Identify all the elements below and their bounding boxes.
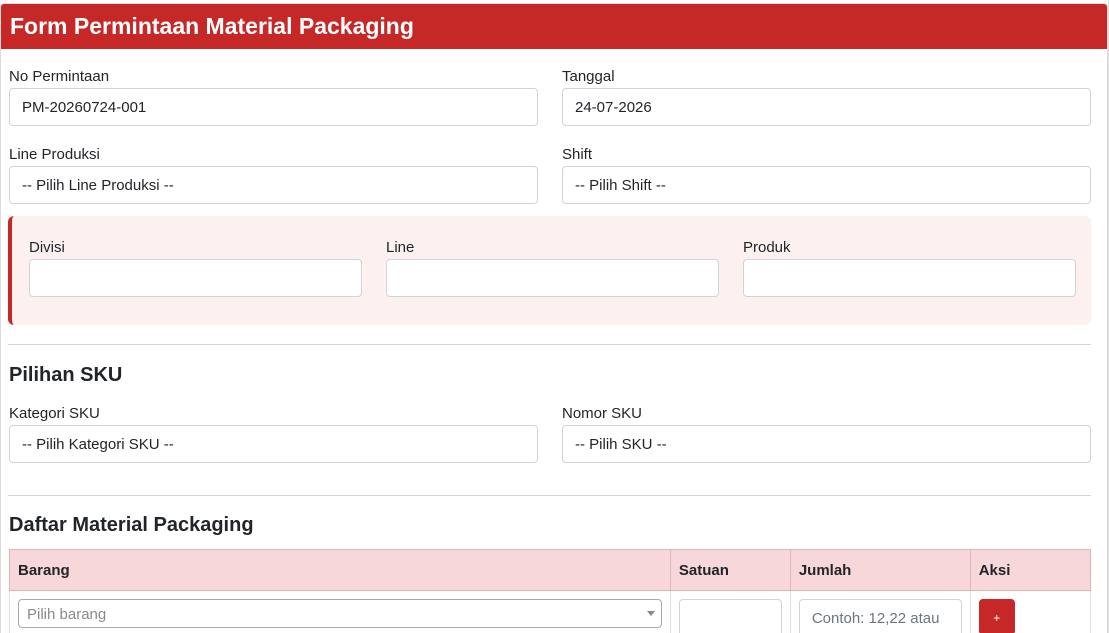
column-barang: Barang [9, 549, 671, 591]
jumlah-cell: Contoh: 12,22 atau [789, 590, 971, 633]
no-permintaan-input[interactable]: PM-20260724-001 [9, 88, 538, 126]
barang-placeholder: Pilih barang [27, 606, 107, 623]
produk-input[interactable] [743, 259, 1076, 297]
barang-cell: Pilih barang [9, 590, 671, 633]
nomor-sku-select[interactable]: -- Pilih SKU -- [562, 425, 1091, 463]
column-jumlah: Jumlah [789, 549, 971, 591]
form-title: Form Permintaan Material Packaging [1, 4, 1107, 49]
kategori-sku-select[interactable]: -- Pilih Kategori SKU -- [9, 425, 538, 463]
table-header-row: Barang Satuan Jumlah Aksi [9, 549, 1092, 591]
materials-heading: Daftar Material Packaging [9, 514, 254, 536]
chevron-down-icon [647, 611, 655, 616]
jumlah-input[interactable]: Contoh: 12,22 atau [798, 599, 962, 633]
shift-label: Shift [562, 146, 593, 163]
table-row: Pilih barang Contoh: 12,22 atau + [9, 590, 1092, 633]
shift-select[interactable]: -- Pilih Shift -- [562, 166, 1091, 204]
satuan-cell [669, 590, 791, 633]
no-permintaan-label: No Permintaan [9, 68, 110, 85]
column-aksi: Aksi [969, 549, 1092, 591]
divider [8, 344, 1091, 345]
tanggal-label: Tanggal [562, 68, 615, 85]
line-produksi-select[interactable]: -- Pilih Line Produksi -- [9, 166, 538, 204]
line-input[interactable] [386, 259, 719, 297]
column-satuan: Satuan [669, 549, 791, 591]
line-produksi-label: Line Produksi [9, 146, 100, 163]
tanggal-input[interactable]: 24-07-2026 [562, 88, 1091, 126]
produk-label: Produk [743, 239, 791, 256]
barang-select[interactable]: Pilih barang [18, 599, 662, 628]
add-row-button[interactable]: + [978, 599, 1015, 633]
sku-heading: Pilihan SKU [9, 364, 123, 386]
materials-table: Barang Satuan Jumlah Aksi Pilih barang C… [9, 549, 1092, 633]
divisi-input[interactable] [29, 259, 362, 297]
kategori-sku-label: Kategori SKU [9, 405, 100, 422]
nomor-sku-label: Nomor SKU [562, 405, 643, 422]
divisi-label: Divisi [29, 239, 65, 256]
satuan-input[interactable] [678, 599, 782, 633]
divider [8, 495, 1091, 496]
aksi-cell: + [969, 590, 1092, 633]
line-label: Line [386, 239, 415, 256]
